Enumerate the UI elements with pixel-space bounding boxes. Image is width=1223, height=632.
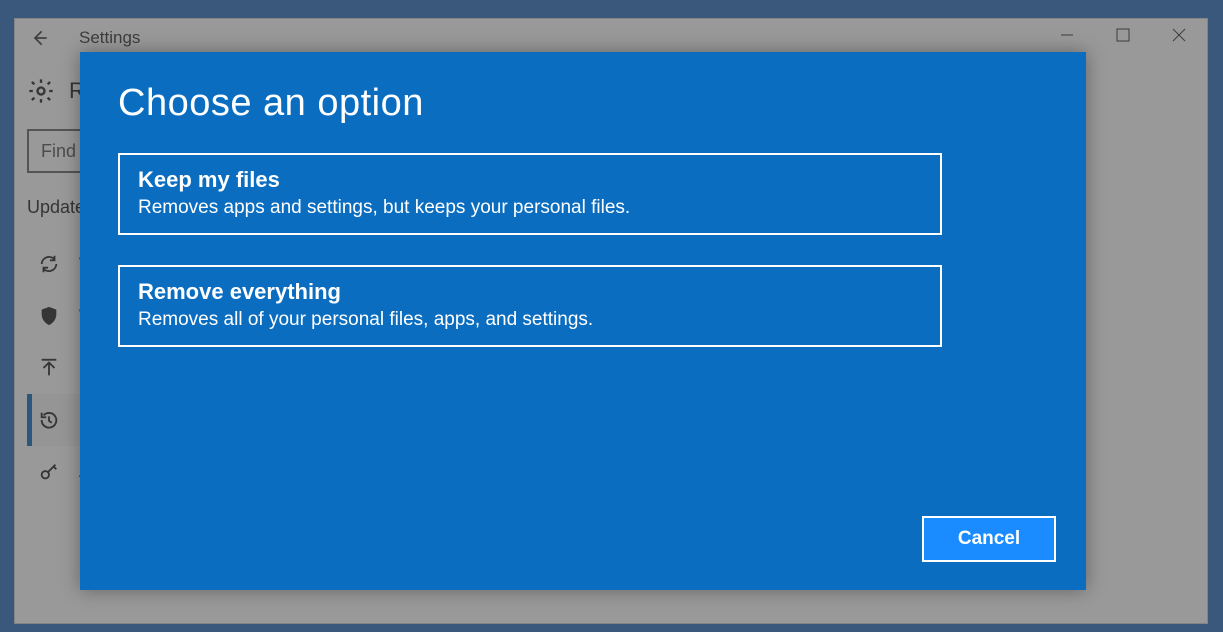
reset-options-dialog: Choose an option Keep my files Removes a… — [80, 52, 1086, 590]
cancel-button[interactable]: Cancel — [922, 516, 1056, 562]
option-remove-everything[interactable]: Remove everything Removes all of your pe… — [118, 265, 942, 347]
option-description: Removes apps and settings, but keeps you… — [138, 197, 922, 219]
cancel-button-label: Cancel — [958, 528, 1020, 550]
option-description: Removes all of your personal files, apps… — [138, 309, 922, 331]
option-keep-my-files[interactable]: Keep my files Removes apps and settings,… — [118, 153, 942, 235]
option-title: Remove everything — [138, 279, 922, 305]
dialog-title: Choose an option — [118, 82, 1048, 125]
option-title: Keep my files — [138, 167, 922, 193]
